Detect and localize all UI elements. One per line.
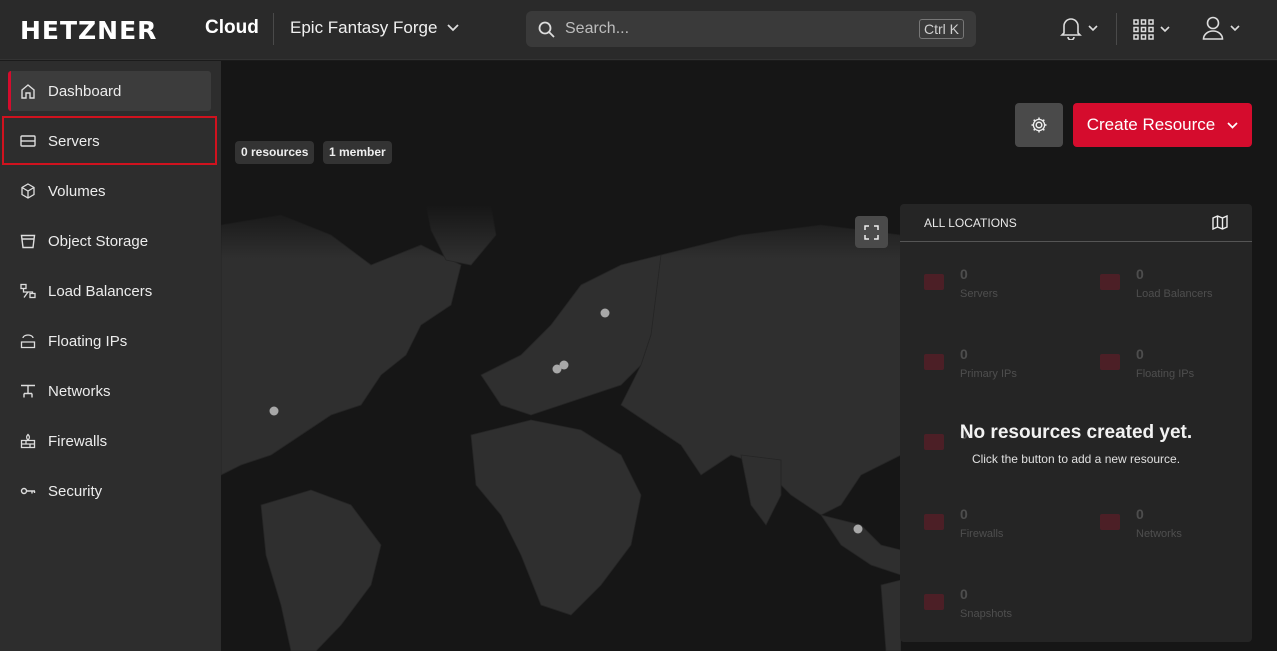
empty-state-subtitle: Click the button to add a new resource. — [971, 452, 1181, 466]
resource-label: Firewalls — [960, 528, 1004, 540]
divider — [273, 13, 274, 45]
user-icon — [1202, 16, 1224, 40]
gear-icon — [1031, 117, 1047, 133]
resource-label: Servers — [960, 288, 998, 300]
resource-count: 0 — [1136, 346, 1144, 362]
resource-cell: 0 — [900, 404, 1076, 484]
load-balancer-icon — [1100, 274, 1120, 290]
cube-icon — [20, 183, 36, 199]
sidebar-item-label: Volumes — [48, 182, 106, 200]
sidebar-item-label: Security — [48, 482, 103, 500]
create-resource-label: Create Resource — [1086, 115, 1216, 134]
sidebar-item-volumes[interactable]: Volumes — [8, 171, 211, 211]
resource-cell: 0 Floating IPs — [1076, 324, 1252, 404]
resource-label: Floating IPs — [1136, 368, 1195, 380]
resource-count: 0 — [960, 346, 968, 362]
resource-label: Primary IPs — [960, 368, 1017, 380]
sidebar-item-floating-ips[interactable]: Floating IPs — [8, 321, 211, 361]
logo-cloud-label[interactable]: Cloud — [205, 17, 259, 39]
primary-ip-icon — [924, 354, 944, 370]
resource-count: 0 — [960, 266, 968, 282]
home-icon — [20, 83, 36, 99]
expand-icon — [864, 224, 879, 240]
sidebar-item-label: Floating IPs — [48, 332, 128, 350]
firewall-icon — [924, 514, 944, 530]
resource-label: Snapshots — [960, 608, 1012, 620]
chevron-down-icon — [1227, 121, 1238, 129]
locations-panel-header: ALL LOCATIONS — [900, 204, 1252, 242]
create-resource-button[interactable]: Create Resource — [1073, 103, 1252, 147]
location-dot — [269, 406, 279, 416]
location-dot — [853, 524, 863, 534]
resource-count: 0 — [960, 586, 968, 602]
server-icon — [924, 274, 944, 290]
resource-cell: 0 Snapshots — [900, 564, 1076, 642]
search-icon — [538, 21, 555, 38]
servers-highlight-box — [2, 116, 217, 165]
sidebar-item-label: Networks — [48, 382, 111, 400]
resource-label: Networks — [1136, 528, 1182, 540]
network-icon — [1100, 514, 1120, 530]
snapshot-icon — [924, 594, 944, 610]
sidebar-item-dashboard[interactable]: Dashboard — [8, 71, 211, 111]
locations-title: ALL LOCATIONS — [924, 215, 1017, 230]
firewall-icon — [20, 433, 36, 449]
map-icon[interactable] — [1212, 215, 1228, 230]
search-input[interactable]: Search... — [565, 20, 919, 38]
empty-state-title: No resources created yet. — [959, 422, 1193, 443]
resource-cell: 0 Load Balancers — [1076, 244, 1252, 324]
world-map — [221, 205, 901, 651]
search-bar[interactable]: Search... Ctrl K — [526, 11, 976, 47]
resource-count: 0 — [1136, 506, 1144, 522]
network-icon — [20, 383, 36, 399]
sidebar-item-load-balancers[interactable]: Load Balancers — [8, 271, 211, 311]
user-menu-button[interactable] — [1202, 16, 1240, 40]
project-selector[interactable]: Epic Fantasy Forge — [290, 18, 460, 38]
location-dot — [559, 360, 569, 370]
search-shortcut: Ctrl K — [919, 19, 964, 39]
apps-grid-icon — [1133, 19, 1154, 40]
chevron-down-icon — [1088, 24, 1098, 31]
divider — [1116, 13, 1117, 45]
location-dot — [600, 308, 610, 318]
apps-menu-button[interactable] — [1133, 19, 1170, 40]
chevron-down-icon — [1230, 24, 1240, 31]
sidebar-item-label: Load Balancers — [48, 282, 153, 300]
members-chip[interactable]: 1 member — [323, 141, 392, 164]
key-icon — [20, 483, 36, 499]
bell-icon — [1060, 18, 1082, 40]
notifications-button[interactable] — [1060, 16, 1098, 40]
locations-panel: ALL LOCATIONS 0 Servers 0 Load Balancers 0… — [900, 204, 1252, 642]
chevron-down-icon — [1160, 26, 1170, 33]
top-bar: HETZNER Cloud Epic Fantasy Forge Search.… — [0, 0, 1277, 60]
sidebar-item-firewalls[interactable]: Firewalls — [8, 421, 211, 461]
sidebar-item-object-storage[interactable]: Object Storage — [8, 221, 211, 261]
load-balancer-icon — [20, 283, 36, 299]
sidebar-item-label: Dashboard — [48, 82, 122, 100]
resource-cell: 0 Servers — [900, 244, 1076, 324]
project-name: Epic Fantasy Forge — [290, 18, 438, 37]
resource-label: Load Balancers — [1136, 288, 1213, 300]
sidebar-item-networks[interactable]: Networks — [8, 371, 211, 411]
sidebar-item-label: Firewalls — [48, 432, 108, 450]
resource-count: 0 — [960, 506, 968, 522]
bucket-icon — [20, 233, 36, 249]
resources-chip: 0 resources — [235, 141, 315, 164]
settings-button[interactable] — [1015, 103, 1063, 147]
resource-count: 0 — [1136, 266, 1144, 282]
floating-ip-icon — [20, 333, 36, 349]
expand-map-button[interactable] — [855, 216, 888, 248]
resource-cell: 0 Networks — [1076, 484, 1252, 564]
chevron-down-icon — [447, 24, 460, 32]
sidebar-item-security[interactable]: Security — [8, 471, 211, 511]
hetzner-logo[interactable]: HETZNER — [20, 16, 157, 45]
resource-cell: 0 Firewalls — [900, 484, 1076, 564]
resource-cell: 0 Primary IPs — [900, 324, 1076, 404]
sidebar-item-label: Object Storage — [48, 232, 149, 250]
floating-ip-icon — [1100, 354, 1120, 370]
